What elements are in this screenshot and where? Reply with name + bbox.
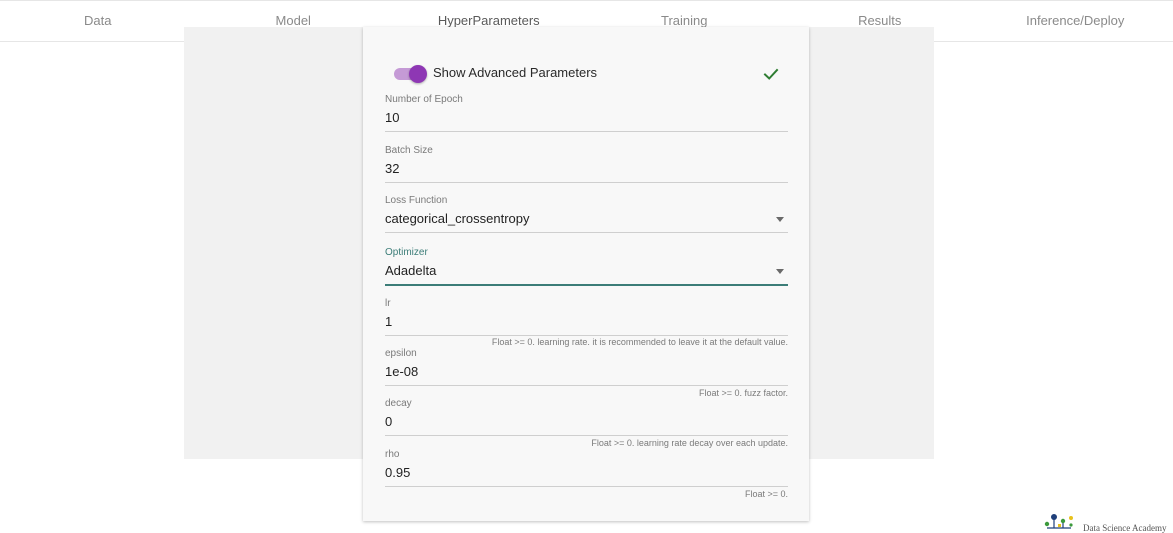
decay-label: decay (385, 398, 412, 409)
loss-function-value: categorical_crossentropy (385, 211, 530, 226)
decay-hint: Float >= 0. learning rate decay over eac… (591, 438, 788, 448)
chevron-down-icon (776, 217, 784, 222)
epochs-field[interactable]: Number of Epoch 10 (385, 94, 788, 132)
loss-function-label: Loss Function (385, 195, 448, 206)
epsilon-value: 1e-08 (385, 364, 419, 379)
advanced-parameters-switch[interactable] (393, 65, 429, 83)
advanced-toggle-label: Show Advanced Parameters (433, 65, 598, 80)
optimizer-select[interactable]: Optimizer Adadelta (385, 247, 788, 286)
epsilon-field[interactable]: epsilon 1e-08 (385, 348, 788, 386)
epochs-label: Number of Epoch (385, 94, 463, 105)
batch-size-value: 32 (385, 161, 400, 176)
batch-size-label: Batch Size (385, 145, 433, 156)
optimizer-label: Optimizer (385, 247, 428, 258)
lr-label: lr (385, 298, 391, 309)
decay-value: 0 (385, 414, 393, 429)
epochs-value: 10 (385, 110, 400, 125)
lr-hint: Float >= 0. learning rate. it is recomme… (491, 337, 788, 347)
tab-data[interactable]: Data (0, 1, 196, 41)
rho-value: 0.95 (385, 465, 411, 480)
optimizer-value: Adadelta (385, 263, 437, 278)
epsilon-hint: Float >= 0. fuzz factor. (698, 388, 788, 398)
rho-field[interactable]: rho 0.95 (385, 449, 788, 487)
brand-footer: Data Science Academy (1041, 512, 1173, 533)
rho-label: rho (385, 449, 400, 460)
lr-value: 1 (385, 314, 393, 329)
toggle-switch-icon (409, 65, 427, 83)
brand-name: Data Science Academy (1083, 523, 1167, 533)
batch-size-field[interactable]: Batch Size 32 (385, 145, 788, 183)
tab-inference-deploy[interactable]: Inference/Deploy (978, 1, 1173, 41)
epsilon-label: epsilon (385, 348, 417, 359)
rho-hint: Float >= 0. (744, 489, 788, 499)
data-science-academy-logo (1044, 514, 1073, 529)
hyperparameters-card: Show Advanced Parameters Number of Epoch… (363, 27, 809, 521)
chevron-down-icon (776, 269, 784, 274)
checkmark-icon (763, 68, 779, 80)
decay-field[interactable]: decay 0 (385, 398, 788, 436)
loss-function-select[interactable]: Loss Function categorical_crossentropy (385, 195, 788, 233)
advanced-toggle-row: Show Advanced Parameters (393, 63, 783, 83)
lr-field[interactable]: lr 1 (385, 298, 788, 336)
